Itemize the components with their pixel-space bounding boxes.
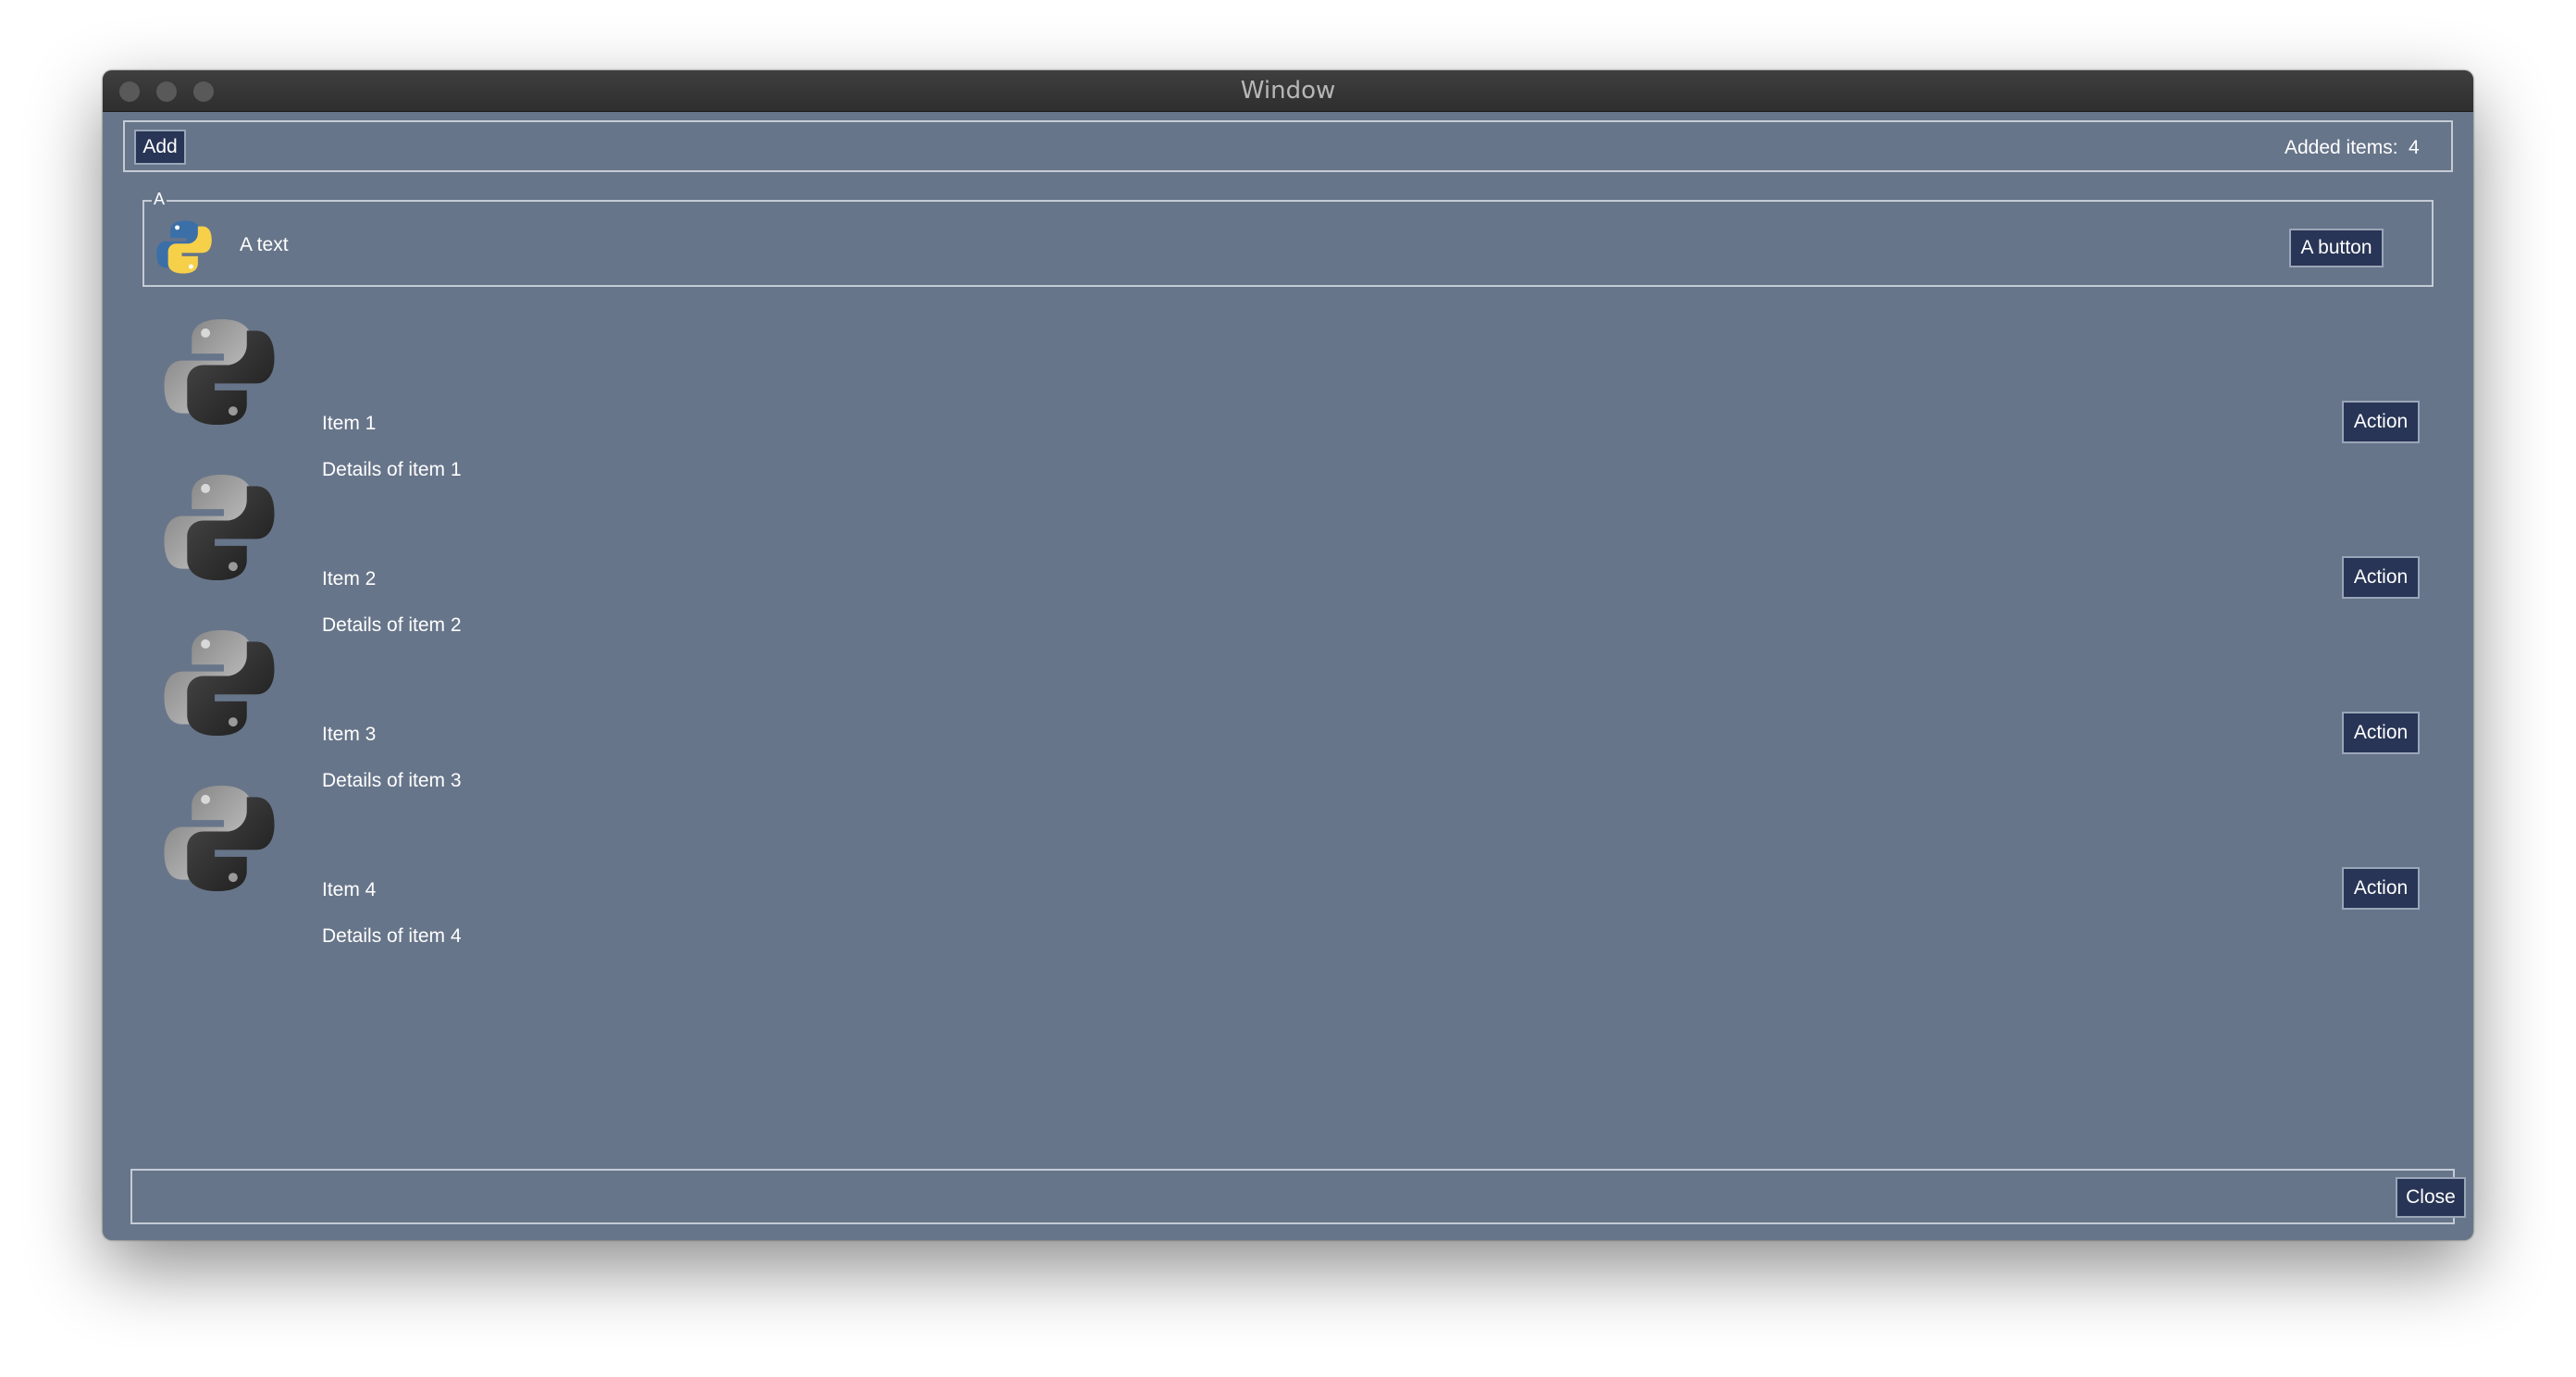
item-details: Details of item 4: [322, 925, 462, 947]
item-4-action-button[interactable]: Action: [2342, 867, 2420, 910]
item-2-action-button[interactable]: Action: [2342, 556, 2420, 599]
python-logo-grayscale-icon: [162, 626, 277, 740]
python-logo-grayscale-icon: [162, 470, 277, 585]
list-item: Item 4 Details of item 4: [103, 775, 2473, 947]
window-title: Window: [1240, 77, 1336, 105]
frame-text: A text: [240, 234, 289, 255]
main-window: Window Add Added items: 4 A A text A but…: [103, 70, 2473, 1240]
bottom-toolbar: Close: [130, 1169, 2466, 1224]
a-button[interactable]: A button: [2289, 229, 2384, 267]
python-logo-grayscale-icon: [162, 781, 277, 896]
add-button[interactable]: Add: [134, 130, 186, 165]
group-frame-a: A A text A button: [142, 189, 2434, 287]
item-3-action-button[interactable]: Action: [2342, 712, 2420, 754]
item-1-action-button[interactable]: Action: [2342, 401, 2420, 443]
added-items-count: 4: [2409, 137, 2420, 158]
python-logo-grayscale-icon: [162, 315, 277, 429]
list-item: Item 3 Details of item 3: [103, 620, 2473, 791]
item-title: Item 1: [322, 413, 377, 434]
close-button[interactable]: Close: [2396, 1177, 2466, 1218]
item-title: Item 3: [322, 724, 377, 745]
list-item: Item 2 Details of item 2: [103, 465, 2473, 636]
item-title: Item 2: [322, 568, 377, 589]
title-bar[interactable]: Window: [103, 70, 2473, 112]
item-title: Item 4: [322, 879, 377, 900]
top-toolbar: Add Added items: 4: [123, 120, 2453, 172]
list-item: Item 1 Details of item 1: [103, 309, 2473, 480]
python-logo-icon: [155, 218, 213, 276]
added-items-label: Added items:: [2285, 137, 2398, 158]
frame-legend: A: [152, 189, 167, 209]
